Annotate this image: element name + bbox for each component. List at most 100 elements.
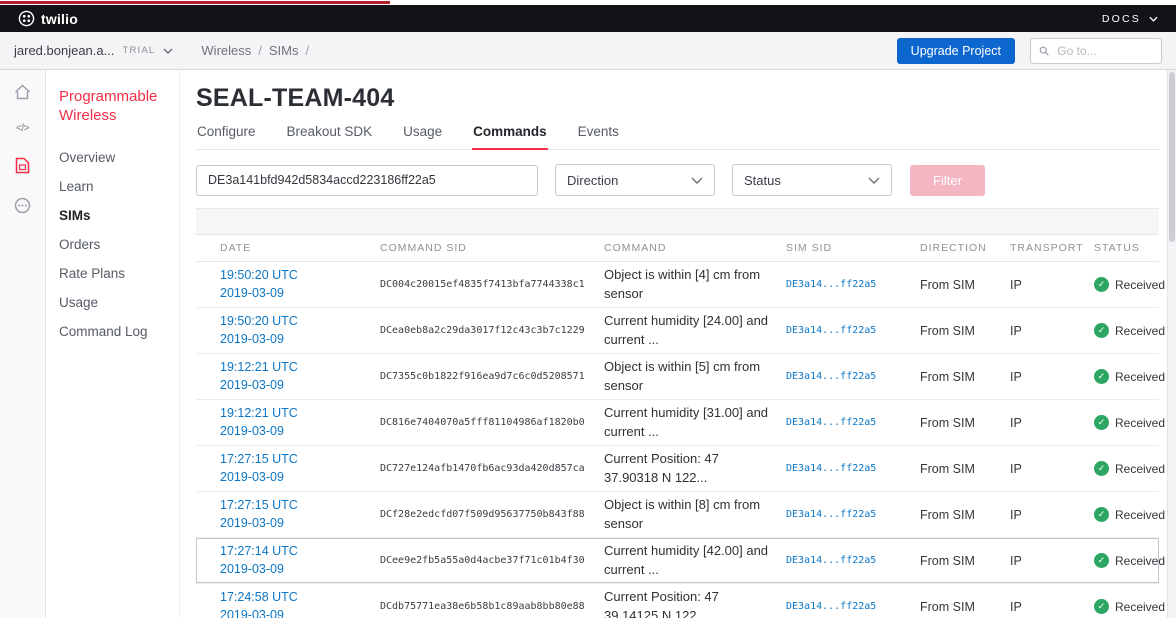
date-link[interactable]: 19:12:21 UTC 2019-03-09 — [220, 405, 380, 440]
filter-bar: Direction Status Filter — [196, 164, 1159, 196]
docs-menu[interactable]: DOCS — [1102, 13, 1158, 25]
sim-sid-link[interactable]: DE3a14...ff22a5 — [786, 417, 920, 428]
date-link[interactable]: 19:12:21 UTC 2019-03-09 — [220, 359, 380, 394]
direction-select-value: Direction — [567, 172, 619, 188]
rail-item-code[interactable]: </> — [16, 123, 29, 134]
status-select[interactable]: Status — [732, 164, 892, 196]
sim-card-icon — [15, 157, 30, 174]
date-link[interactable]: 17:27:15 UTC 2019-03-09 — [220, 451, 380, 486]
tab[interactable]: Breakout SDK — [286, 119, 374, 149]
goto-search-input[interactable] — [1055, 42, 1153, 59]
check-icon: ✓ — [1094, 277, 1109, 292]
breadcrumb-item[interactable]: SIMs — [269, 43, 299, 58]
sidebar-item[interactable]: Rate Plans — [59, 266, 173, 281]
row-time: 19:12:21 UTC — [220, 406, 298, 420]
date-link[interactable]: 17:27:14 UTC 2019-03-09 — [220, 543, 380, 578]
sim-sid-link[interactable]: DE3a14...ff22a5 — [786, 601, 920, 612]
code-icon: </> — [16, 123, 29, 134]
body-row: </> Programmable Wireless Overview Learn… — [0, 70, 1176, 618]
direction-select[interactable]: Direction — [555, 164, 715, 196]
status-text: Received — [1115, 461, 1166, 476]
tab-bar: Configure Breakout SDK Usage Commands Ev… — [196, 119, 1159, 150]
tab[interactable]: Configure — [196, 119, 257, 149]
filter-button[interactable]: Filter — [910, 164, 985, 196]
row-time: 17:27:15 UTC — [220, 498, 298, 512]
command-sid: DC004c20015ef4835f7413bfa7744338c1 — [380, 279, 585, 290]
account-name: jared.bonjean.a... — [14, 43, 115, 58]
sidebar-item[interactable]: Orders — [59, 237, 173, 252]
sim-sid-link[interactable]: DE3a14...ff22a5 — [786, 555, 920, 566]
scrollbar-thumb[interactable] — [1169, 72, 1175, 242]
more-dots-icon — [14, 197, 31, 214]
sim-sid-link[interactable]: DE3a14...ff22a5 — [786, 371, 920, 382]
column-header: DATE — [220, 242, 252, 254]
chevron-down-icon — [691, 177, 703, 184]
sidebar-item-label: Command Log — [59, 323, 148, 339]
sidebar-item[interactable]: Overview — [59, 150, 173, 165]
command-text: Current humidity [42.00] and current ... — [604, 542, 769, 577]
transport-text: IP — [1010, 415, 1022, 430]
product-title-link[interactable]: Programmable Wireless — [59, 88, 157, 126]
sidebar-item[interactable]: Usage — [59, 295, 173, 310]
status-text: Received — [1115, 553, 1166, 568]
tab-label: Events — [577, 124, 619, 139]
check-icon: ✓ — [1094, 415, 1109, 430]
sidebar-item[interactable]: Command Log — [59, 324, 173, 339]
sidebar-item-label: Rate Plans — [59, 265, 126, 281]
account-type-badge: TRIAL — [122, 45, 156, 56]
sim-sid-filter-input[interactable] — [196, 164, 538, 196]
check-icon: ✓ — [1094, 369, 1109, 384]
row-time: 17:24:58 UTC — [220, 590, 298, 604]
tab-label: Breakout SDK — [286, 124, 373, 139]
tab-label: Usage — [403, 124, 443, 139]
sim-sid-link[interactable]: DE3a14...ff22a5 — [786, 463, 920, 474]
column-header: DIRECTION — [920, 242, 987, 254]
rail-item-sim[interactable] — [15, 157, 30, 174]
sidebar-item-label: Learn — [59, 178, 94, 194]
rail-item-more[interactable] — [14, 197, 31, 214]
status-badge: ✓ Received — [1094, 369, 1165, 384]
transport-text: IP — [1010, 507, 1022, 522]
chevron-down-icon — [163, 47, 173, 54]
date-link[interactable]: 17:24:58 UTC 2019-03-09 — [220, 589, 380, 618]
status-text: Received — [1115, 599, 1166, 614]
check-icon: ✓ — [1094, 599, 1109, 614]
breadcrumb-item[interactable]: Wireless — [201, 43, 251, 58]
sidebar-item[interactable]: SIMs — [59, 208, 173, 223]
scrollbar[interactable] — [1167, 70, 1176, 618]
row-date: 2019-03-09 — [220, 561, 284, 576]
command-text: Object is within [4] cm from sensor — [604, 266, 761, 301]
sidebar-item[interactable]: Learn — [59, 179, 173, 194]
main-content: SEAL-TEAM-404 Configure Breakout SDK Usa… — [180, 70, 1167, 618]
check-icon: ✓ — [1094, 507, 1109, 522]
date-link[interactable]: 19:50:20 UTC 2019-03-09 — [220, 313, 380, 348]
rail-item-home[interactable] — [14, 84, 31, 100]
date-link[interactable]: 17:27:15 UTC 2019-03-09 — [220, 497, 380, 532]
twilio-home-link[interactable]: twilio — [18, 10, 78, 27]
sim-sid-link[interactable]: DE3a14...ff22a5 — [786, 325, 920, 336]
table-row: 19:12:21 UTC 2019-03-09 DC816e7404070a5f… — [196, 400, 1165, 446]
date-link[interactable]: 19:50:20 UTC 2019-03-09 — [220, 267, 380, 302]
upgrade-project-button[interactable]: Upgrade Project — [896, 37, 1015, 64]
row-time: 17:27:14 UTC — [220, 544, 298, 558]
direction-text: From SIM — [920, 277, 975, 292]
direction-text: From SIM — [920, 323, 975, 338]
breadcrumb-crumb: Wireless / — [201, 43, 268, 58]
row-date: 2019-03-09 — [220, 469, 284, 484]
sim-sid-link[interactable]: DE3a14...ff22a5 — [786, 279, 920, 290]
column-header: COMMAND — [604, 242, 667, 254]
direction-text: From SIM — [920, 507, 975, 522]
tab[interactable]: Usage — [402, 119, 443, 149]
breadcrumb-crumb: SIMs / — [269, 43, 316, 58]
command-sid: DC727e124afb1470fb6ac93da420d857ca — [380, 463, 585, 474]
command-sid: DCee9e2fb5a55a0d4acbe37f71c01b4f30 — [380, 555, 585, 566]
row-date: 2019-03-09 — [220, 377, 284, 392]
topbar: twilio DOCS — [0, 5, 1176, 32]
status-badge: ✓ Received — [1094, 461, 1165, 476]
account-menu[interactable]: jared.bonjean.a... TRIAL — [14, 43, 173, 58]
chevron-down-icon — [868, 177, 880, 184]
tab[interactable]: Events — [577, 119, 620, 149]
tab[interactable]: Commands — [472, 119, 548, 150]
goto-search[interactable] — [1030, 37, 1162, 64]
sim-sid-link[interactable]: DE3a14...ff22a5 — [786, 509, 920, 520]
